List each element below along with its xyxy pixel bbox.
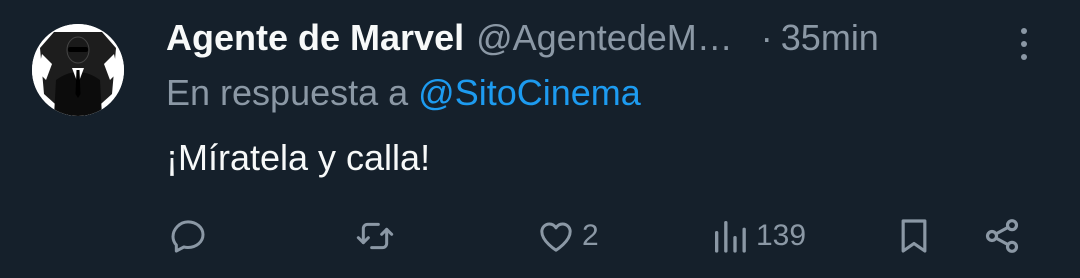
tweet[interactable]: Agente de Marvel @AgentedeM… · 35min En … (0, 0, 1080, 278)
bookmark-icon (901, 219, 927, 253)
views-button[interactable]: 139 (710, 212, 806, 260)
agent-silhouette-icon (32, 24, 124, 116)
separator-dot: · (760, 17, 773, 58)
heart-icon (540, 222, 572, 252)
avatar[interactable] (32, 24, 124, 116)
more-dot (1021, 54, 1027, 60)
reply-prefix: En respuesta a (166, 72, 419, 113)
timestamp[interactable]: 35min (781, 17, 879, 59)
more-dot (1021, 41, 1027, 47)
like-count: 2 (582, 219, 599, 252)
share-icon (985, 219, 1019, 253)
user-handle[interactable]: @AgentedeM… (476, 17, 733, 59)
reply-context: En respuesta a @SitoCinema (166, 72, 641, 114)
share-button[interactable] (982, 212, 1022, 260)
reply-button[interactable] (168, 212, 208, 260)
reply-to-link[interactable]: @SitoCinema (418, 72, 641, 113)
retweet-icon (356, 222, 394, 250)
retweet-button[interactable] (354, 212, 396, 260)
display-name[interactable]: Agente de Marvel (166, 17, 464, 59)
tweet-text: ¡Míratela y calla! (166, 137, 431, 178)
views-count: 139 (756, 219, 807, 252)
views-icon (715, 221, 746, 253)
more-options-button[interactable] (1010, 24, 1038, 64)
reply-icon (171, 220, 205, 253)
like-button[interactable]: 2 (536, 212, 599, 260)
more-dot (1021, 28, 1027, 34)
tweet-header: Agente de Marvel @AgentedeM… · 35min (166, 14, 879, 62)
bookmark-button[interactable] (894, 212, 934, 260)
